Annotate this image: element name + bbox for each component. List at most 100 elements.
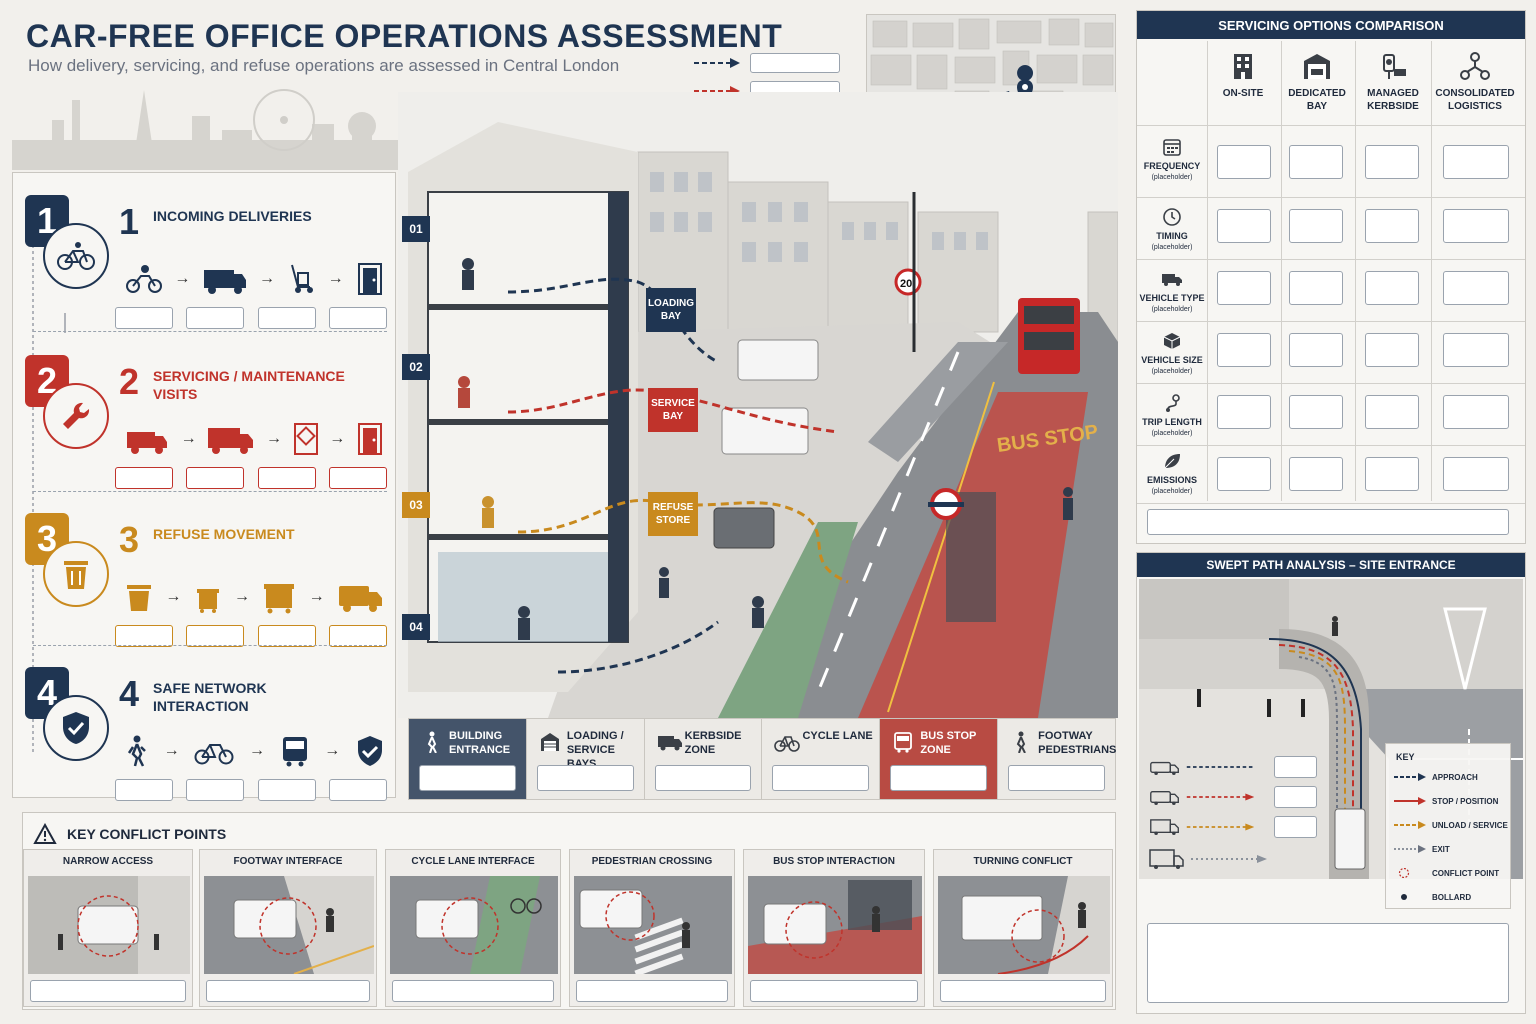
column-dedicated-bay: DEDICATED BAY: [1279, 51, 1355, 127]
hand-trolley-icon: [291, 264, 314, 293]
comparison-cell[interactable]: [1365, 209, 1419, 243]
placeholder-field[interactable]: [328, 779, 387, 801]
placeholder-field[interactable]: [257, 625, 316, 647]
conflict-placeholder[interactable]: [30, 980, 186, 1002]
comparison-cell[interactable]: [1217, 457, 1271, 491]
zone-loading-service-bays[interactable]: LOADING / SERVICE BAYS: [526, 719, 645, 799]
servicing-options-comparison: SERVICING OPTIONS COMPARISON ON-SITE DED…: [1136, 10, 1526, 544]
stage-servicing-visits: 2 2 SERVICING / MAINTENANCE VISITS → → →: [13, 343, 397, 493]
legend-placeholder[interactable]: [750, 53, 840, 73]
zone-placeholder[interactable]: [654, 765, 752, 791]
comparison-cell[interactable]: [1443, 395, 1509, 429]
key-label: CONFLICT POINT: [1432, 868, 1500, 878]
conflict-placeholder[interactable]: [392, 980, 554, 1002]
zone-bus-stop[interactable]: BUS STOP ZONE: [880, 719, 999, 799]
zone-cycle-lane[interactable]: CYCLE LANE: [762, 719, 881, 799]
comparison-cell[interactable]: [1217, 333, 1271, 367]
approach-route-line: [1186, 766, 1255, 768]
placeholder-field[interactable]: [115, 467, 173, 489]
conflict-placeholder[interactable]: [576, 980, 728, 1002]
comparison-cell[interactable]: [1443, 333, 1509, 367]
comparison-cell[interactable]: [1443, 457, 1509, 491]
placeholder-field[interactable]: [186, 779, 245, 801]
zones-legend: BUILDING ENTRANCE LOADING / SERVICE BAYS…: [408, 718, 1116, 800]
comparison-cell[interactable]: [1443, 145, 1509, 179]
key-row-unload: UNLOAD / SERVICE: [1392, 818, 1508, 832]
comparison-cell[interactable]: [1365, 457, 1419, 491]
comparison-cell[interactable]: [1289, 395, 1343, 429]
comparison-cell[interactable]: [1217, 145, 1271, 179]
placeholder-field[interactable]: [257, 307, 316, 329]
comparison-cell[interactable]: [1289, 145, 1343, 179]
column-consolidated-logistics: CONSOLIDATED LOGISTICS: [1433, 51, 1517, 127]
conflict-card-bus-stop-interaction[interactable]: BUS STOP INTERACTION: [743, 849, 925, 1007]
comparison-cell[interactable]: [1289, 209, 1343, 243]
shield-check-icon: [43, 695, 109, 761]
comparison-cell[interactable]: [1289, 457, 1343, 491]
comparison-cell[interactable]: [1365, 333, 1419, 367]
bicycle-icon: [774, 736, 801, 752]
vehicle-placeholder[interactable]: [1274, 786, 1317, 808]
zone-footway-pedestrians[interactable]: FOOTWAY PEDESTRIANS: [998, 719, 1116, 799]
conflict-placeholder[interactable]: [206, 980, 370, 1002]
comparison-cell[interactable]: [1365, 271, 1419, 305]
stage-divider: [33, 645, 387, 646]
zone-building-entrance[interactable]: BUILDING ENTRANCE: [409, 719, 527, 799]
placeholder-field[interactable]: [257, 779, 316, 801]
row-label: EMISSIONS: [1146, 475, 1197, 485]
comparison-cell[interactable]: [1289, 271, 1343, 305]
zone-placeholder[interactable]: [890, 765, 988, 791]
comparison-cell[interactable]: [1217, 209, 1271, 243]
zone-kerbside[interactable]: KERBSIDE ZONE: [644, 719, 763, 799]
placeholder-field[interactable]: [186, 467, 245, 489]
zone-placeholder[interactable]: [419, 765, 516, 791]
van-icon: [1150, 791, 1179, 805]
placeholder-field[interactable]: [328, 625, 387, 647]
bollard-icon: [1401, 894, 1407, 900]
conflict-placeholder[interactable]: [750, 980, 918, 1002]
placeholder-field[interactable]: [115, 307, 173, 329]
conflict-card-label: CYCLE LANE INTERFACE: [411, 856, 535, 867]
conflict-card-cycle-lane-interface[interactable]: CYCLE LANE INTERFACE: [385, 849, 561, 1007]
placeholder-field[interactable]: [115, 625, 173, 647]
placeholder-field[interactable]: [328, 307, 387, 329]
vehicle-placeholder[interactable]: [1274, 816, 1317, 838]
bus-icon: [894, 732, 913, 753]
narrow-access-illustration: [28, 876, 190, 974]
operations-stages-panel: 1 1 INCOMING DELIVERIES → → → 2 2 SERVIC…: [12, 172, 397, 801]
street-scene-illustration: BUS STOP 20: [398, 92, 1118, 718]
row-note: (placeholder): [1151, 244, 1193, 251]
zone-placeholder[interactable]: [772, 765, 870, 791]
comparison-cell[interactable]: [1365, 395, 1419, 429]
conflict-card-footway-interface[interactable]: FOOTWAY INTERFACE: [199, 849, 377, 1007]
comparison-cell[interactable]: [1365, 145, 1419, 179]
stop-line-icon: [1394, 797, 1426, 805]
vehicle-placeholder[interactable]: [1274, 756, 1317, 778]
vehicle-route-row: [1149, 785, 1317, 809]
comparison-notes-field[interactable]: [1147, 509, 1509, 535]
placeholder-field[interactable]: [186, 625, 245, 647]
comparison-cell[interactable]: [1289, 333, 1343, 367]
zone-placeholder[interactable]: [536, 765, 634, 791]
column-on-site: ON-SITE: [1205, 51, 1281, 127]
placeholder-field[interactable]: [186, 307, 245, 329]
conflict-card-narrow-access[interactable]: NARROW ACCESS: [23, 849, 193, 1007]
comparison-cell[interactable]: [1217, 271, 1271, 305]
conflict-placeholder[interactable]: [940, 980, 1106, 1002]
comparison-cell[interactable]: [1217, 395, 1271, 429]
placeholder-field[interactable]: [115, 779, 173, 801]
row-emissions: EMISSIONS (placeholder): [1139, 451, 1205, 497]
refuse-truck-icon: [338, 586, 382, 612]
arrow-right-icon: →: [327, 270, 344, 287]
page-subtitle: How delivery, servicing, and refuse oper…: [28, 56, 620, 75]
placeholder-field[interactable]: [257, 467, 316, 489]
swept-path-notes-field[interactable]: [1147, 923, 1509, 1003]
conflict-card-turning-conflict[interactable]: TURNING CONFLICT: [933, 849, 1113, 1007]
vehicle-route-row: [1149, 815, 1317, 839]
row-timing: TIMING (placeholder): [1139, 207, 1205, 253]
comparison-cell[interactable]: [1443, 271, 1509, 305]
placeholder-field[interactable]: [328, 467, 387, 489]
conflict-card-pedestrian-crossing[interactable]: PEDESTRIAN CROSSING: [569, 849, 735, 1007]
zone-placeholder[interactable]: [1008, 765, 1105, 791]
comparison-cell[interactable]: [1443, 209, 1509, 243]
